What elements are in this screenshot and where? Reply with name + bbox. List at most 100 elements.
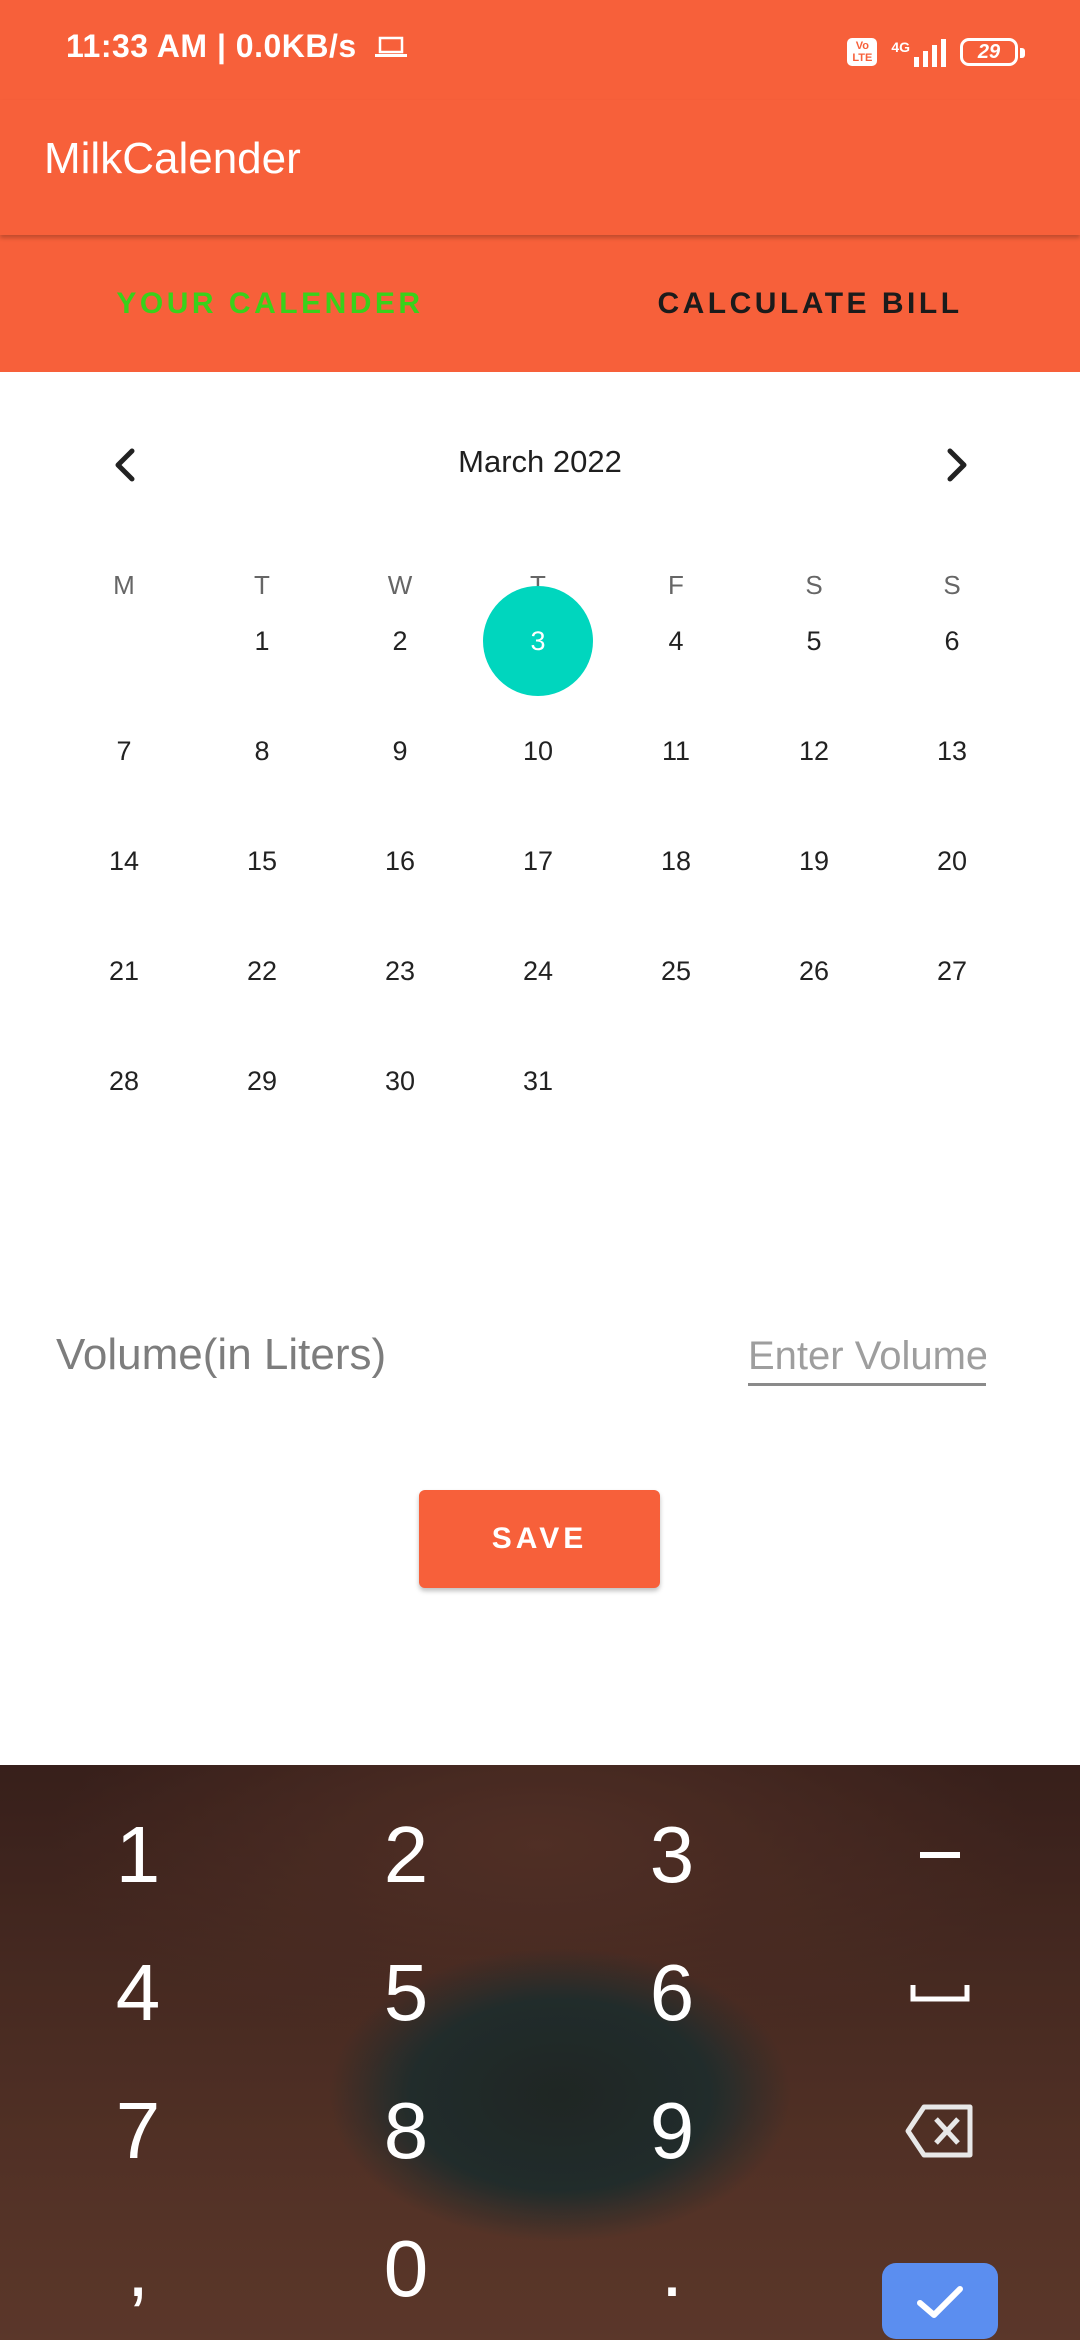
volume-input[interactable] <box>748 1330 986 1386</box>
key-5[interactable]: 5 <box>306 1933 506 2053</box>
day-number: 24 <box>522 956 554 986</box>
key-2[interactable]: 2 <box>306 1795 506 1915</box>
clock: 11:33 AM <box>66 28 208 64</box>
key-label: 0 <box>383 2224 429 2313</box>
calendar-day[interactable]: 5 <box>759 586 869 696</box>
weekday-label: M <box>113 570 135 600</box>
backspace-icon <box>905 2104 973 2158</box>
calendar-day[interactable]: 12 <box>759 696 869 806</box>
key-1[interactable]: 1 <box>38 1795 238 1915</box>
day-number: 4 <box>668 626 684 656</box>
key-label: 5 <box>383 1948 429 2037</box>
day-number: 25 <box>660 956 692 986</box>
volume-label: Volume(in Liters) <box>56 1330 387 1379</box>
day-number: 20 <box>936 846 968 876</box>
calendar-day[interactable]: 26 <box>759 916 869 1026</box>
key-8[interactable]: 8 <box>306 2071 506 2191</box>
calendar-day[interactable]: 9 <box>345 696 455 806</box>
minus-key[interactable] <box>840 1795 1040 1915</box>
calendar-day[interactable]: 14 <box>69 806 179 916</box>
calendar-day[interactable]: 19 <box>759 806 869 916</box>
space-icon <box>910 1985 970 2002</box>
calendar-day[interactable]: 10 <box>483 696 593 806</box>
battery-icon: 29 <box>960 38 1025 66</box>
calendar-day[interactable]: 15 <box>207 806 317 916</box>
key-label: 6 <box>649 1948 695 2037</box>
app-title: MilkCalender <box>44 134 301 183</box>
save-button[interactable]: SAVE <box>419 1490 660 1588</box>
app-bar: MilkCalender <box>0 100 1080 235</box>
volte-icon: Vo LTE <box>847 38 878 66</box>
calendar-day[interactable]: 11 <box>621 696 731 806</box>
signal-icon <box>914 37 946 67</box>
calendar-day-selected[interactable]: 3 <box>483 586 593 696</box>
day-number: 17 <box>522 846 554 876</box>
space-key[interactable] <box>840 1933 1040 2053</box>
day-number: 11 <box>661 736 691 766</box>
day-number: 30 <box>384 1066 416 1096</box>
day-number: 31 <box>522 1066 554 1096</box>
chevron-right-icon[interactable] <box>930 438 984 492</box>
day-number: 2 <box>392 626 408 656</box>
calendar-day[interactable]: 1 <box>207 586 317 696</box>
numeric-keyboard: 1 2 3 4 5 6 7 8 9, 0. <box>0 1765 1080 2340</box>
month-label: March 2022 <box>458 444 622 479</box>
day-number: 1 <box>254 626 270 656</box>
calendar-day[interactable]: 7 <box>69 696 179 806</box>
key-3[interactable]: 3 <box>572 1795 772 1915</box>
key-label: 1 <box>115 1810 161 1899</box>
key-6[interactable]: 6 <box>572 1933 772 2053</box>
calendar-day[interactable]: 21 <box>69 916 179 1026</box>
calendar-day[interactable]: 17 <box>483 806 593 916</box>
calendar-day[interactable]: 16 <box>345 806 455 916</box>
backspace-key[interactable] <box>840 2071 1040 2191</box>
calendar-day[interactable]: 22 <box>207 916 317 1026</box>
key-label: . <box>660 2224 684 2313</box>
done-key[interactable] <box>882 2263 998 2339</box>
key-4[interactable]: 4 <box>38 1933 238 2053</box>
calendar-day[interactable]: 29 <box>207 1026 317 1136</box>
key-comma[interactable]: , <box>38 2209 238 2329</box>
day-number: 12 <box>798 736 830 766</box>
calendar-day[interactable]: 30 <box>345 1026 455 1136</box>
day-number: 26 <box>798 956 830 986</box>
day-number: 8 <box>254 736 270 766</box>
day-number: 10 <box>522 736 554 766</box>
calendar-day[interactable]: 6 <box>897 586 1007 696</box>
calendar-day[interactable]: 13 <box>897 696 1007 806</box>
tab-your-calender[interactable]: YOUR CALENDER <box>0 235 540 372</box>
key-label: 8 <box>383 2086 429 2175</box>
checkmark-icon <box>917 2286 963 2318</box>
key-period[interactable]: . <box>572 2209 772 2329</box>
status-bar: 11:33 AM | 0.0KB/s Vo LTE 4G 29 <box>0 0 1080 100</box>
laptop-icon <box>374 30 408 67</box>
calendar-day[interactable]: 31 <box>483 1026 593 1136</box>
key-0[interactable]: 0 <box>306 2209 506 2329</box>
calendar-header: March 2022 <box>0 430 1080 500</box>
calendar-day[interactable]: 27 <box>897 916 1007 1026</box>
day-number: 7 <box>116 736 132 766</box>
calendar-day[interactable]: 8 <box>207 696 317 806</box>
key-label: , <box>126 2224 150 2313</box>
calendar-day[interactable]: 25 <box>621 916 731 1026</box>
calendar-day[interactable]: 4 <box>621 586 731 696</box>
tab-bar: YOUR CALENDER CALCULATE BILL <box>0 235 1080 372</box>
day-number: 22 <box>246 956 278 986</box>
calendar-day[interactable]: 28 <box>69 1026 179 1136</box>
calendar-day[interactable]: 2 <box>345 586 455 696</box>
calendar-day[interactable]: 24 <box>483 916 593 1026</box>
day-number: 14 <box>108 846 140 876</box>
day-number: 16 <box>384 846 416 876</box>
calendar-day[interactable]: 23 <box>345 916 455 1026</box>
calendar-day[interactable]: 20 <box>897 806 1007 916</box>
day-number: 3 <box>530 626 546 656</box>
tab-calculate-bill[interactable]: CALCULATE BILL <box>540 235 1080 372</box>
key-label: 9 <box>649 2086 695 2175</box>
key-7[interactable]: 7 <box>38 2071 238 2191</box>
day-number: 13 <box>936 736 968 766</box>
calendar-day[interactable]: 18 <box>621 806 731 916</box>
key-9[interactable]: 9 <box>572 2071 772 2191</box>
day-number: 19 <box>798 846 830 876</box>
day-number: 5 <box>806 626 822 656</box>
day-number: 15 <box>246 846 278 876</box>
